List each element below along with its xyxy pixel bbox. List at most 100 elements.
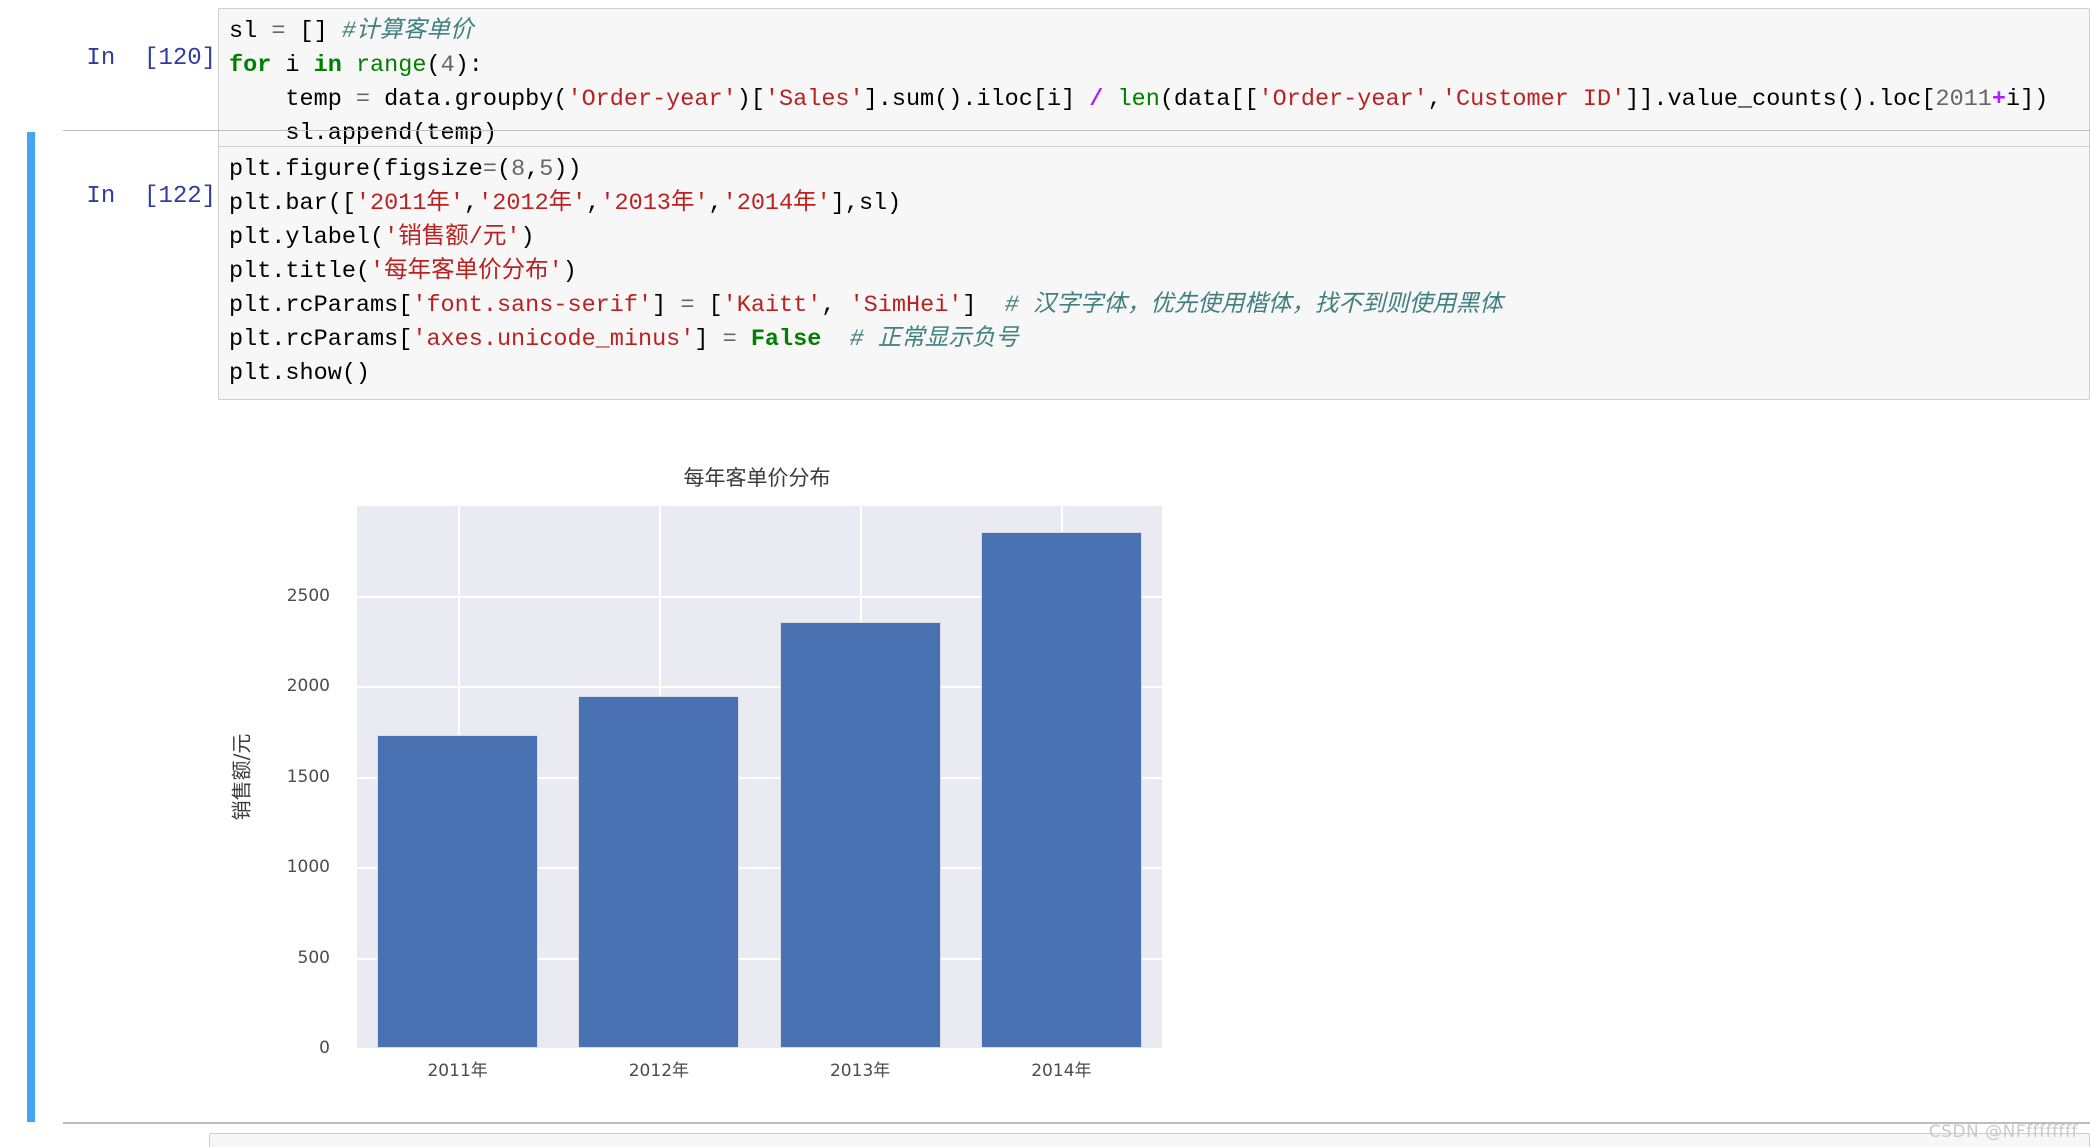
code-token-plain: ,	[586, 190, 601, 217]
code-token-plain: plt.show()	[229, 360, 371, 387]
watermark: CSDN @NFffffffff	[1928, 1122, 2078, 1142]
notebook-cell-120[interactable]: In [120]: sl = [] #计算客单价 for i in range(4…	[0, 8, 2090, 160]
code-token-plain: ,	[525, 156, 540, 183]
next-cell-input[interactable]	[209, 1133, 2090, 1147]
code-token-string: 'Order-year'	[567, 86, 737, 113]
code-line: plt.title('每年客单价分布')	[229, 255, 2079, 289]
code-token-keyword: False	[750, 326, 822, 353]
code-token-plain: )[	[736, 86, 765, 113]
chart-bar	[377, 735, 539, 1048]
code-token-plain: plt.rcParams[	[229, 326, 413, 353]
code-line: sl = [] #计算客单价	[229, 15, 2079, 49]
code-token-string: 'Customer ID'	[1441, 86, 1626, 113]
bar-chart: 每年客单价分布 销售额/元 0 500 1000 1500 2000 2500 2011年…	[222, 456, 1292, 1121]
code-token-number: 2011	[1935, 86, 1992, 113]
code-token-plain: plt.rcParams[	[229, 292, 413, 319]
code-token-plain: ].sum().iloc[i]	[863, 86, 1090, 113]
code-token-op: =	[722, 326, 737, 353]
chart-xtick-label: 2011年	[427, 1061, 488, 1081]
code-token-operator-bold: +	[1991, 86, 2007, 113]
chart-ytick-label: 2500	[286, 585, 330, 606]
code-token-plain: ]].value_counts().loc[	[1625, 86, 1936, 113]
code-token-plain: ,	[708, 190, 723, 217]
code-token-plain: ]	[652, 292, 681, 319]
code-token-plain: )	[562, 258, 577, 285]
cell-output-122: 每年客单价分布 销售额/元 0 500 1000 1500 2000 2500 2011年…	[222, 456, 1292, 1121]
code-token-builtin: range	[355, 52, 427, 79]
code-token-plain: ]	[962, 292, 1005, 319]
code-token-keyword: in	[313, 52, 342, 79]
chart-gridline-horizontal	[357, 1048, 1162, 1050]
code-token-plain: plt.bar([	[229, 190, 356, 217]
code-token-string: 'Kaitt'	[722, 292, 822, 319]
cell-divider	[63, 130, 2090, 131]
jupyter-notebook: In [120]: sl = [] #计算客单价 for i in range(4…	[0, 0, 2090, 1147]
chart-bar	[578, 696, 740, 1048]
code-token-operator-bold: /	[1089, 86, 1104, 113]
code-token-builtin: len	[1117, 86, 1160, 113]
chart-title: 每年客单价分布	[683, 466, 831, 490]
code-token-plain: (	[496, 156, 512, 183]
code-token-op: =	[680, 292, 695, 319]
chart-ytick-label: 1500	[286, 766, 330, 787]
code-token-plain: ,	[1427, 86, 1442, 113]
code-token-number: 4	[440, 52, 455, 79]
code-token-string: 'Sales'	[764, 86, 864, 113]
code-token-plain: ,	[464, 190, 479, 217]
code-token-op: =	[482, 156, 497, 183]
prompt-in-label: In	[86, 183, 116, 210]
code-token-plain: plt.ylabel(	[229, 224, 385, 251]
code-editor-122[interactable]: plt.figure(figsize=(8,5)) plt.bar(['2011年…	[218, 146, 2090, 400]
chart-xtick-label: 2013年	[829, 1061, 891, 1081]
code-token-string: '2012年'	[478, 190, 587, 217]
chart-ytick-label: 1000	[286, 857, 330, 878]
chart-plot-area	[357, 506, 1162, 1050]
code-token-string: 'Order-year'	[1258, 86, 1428, 113]
code-token-plain: i	[271, 52, 314, 79]
code-token-number: 5	[539, 156, 554, 183]
code-token-plain: sl.append(temp)	[229, 120, 497, 147]
chart-xtick-label: 2014年	[1031, 1061, 1092, 1081]
code-token-string: '2014年'	[722, 190, 831, 217]
code-token-plain: ]	[694, 326, 723, 353]
code-token-string: '2013年'	[600, 190, 709, 217]
code-line: plt.bar(['2011年','2012年','2013年','2014年'…	[229, 187, 2079, 221]
code-line: plt.rcParams['font.sans-serif'] = ['Kait…	[229, 289, 2079, 323]
code-line: plt.rcParams['axes.unicode_minus'] = Fal…	[229, 323, 2079, 357]
chart-ytick-label: 500	[297, 947, 330, 968]
code-token-string: '2011年'	[355, 190, 465, 217]
code-token-plain: ))	[553, 156, 582, 183]
code-token-op: =	[271, 18, 286, 45]
code-line: temp = data.groupby('Order-year')['Sales…	[229, 83, 2079, 117]
code-token-plain: plt.figure(figsize	[229, 156, 483, 183]
code-token-comment: # 汉字字体，优先使用楷体，找不到则使用黑体	[1004, 292, 1503, 319]
code-token-comment: #计算客单价	[341, 18, 474, 45]
code-token-comment: # 正常显示负号	[849, 326, 1019, 353]
code-token-plain: data.groupby(	[370, 86, 568, 113]
cell-prompt-122: In [122]:	[0, 146, 230, 248]
prompt-in-label: In	[86, 45, 116, 72]
notebook-cell-122[interactable]: In [122]: plt.figure(figsize=(8,5)) plt.b…	[0, 146, 2090, 400]
code-token-plain: ],sl)	[830, 190, 902, 217]
code-token-plain: [	[694, 292, 723, 319]
code-token-string: '销售额/元'	[384, 224, 521, 251]
code-token-number: 8	[511, 156, 526, 183]
code-token-keyword: for	[229, 52, 272, 79]
code-editor-120[interactable]: sl = [] #计算客单价 for i in range(4): temp = …	[218, 8, 2090, 160]
code-line: plt.ylabel('销售额/元')	[229, 221, 2079, 255]
code-token-plain: ):	[454, 52, 483, 79]
code-token-plain: ,	[821, 292, 850, 319]
code-token-plain: )	[520, 224, 535, 251]
code-line: plt.figure(figsize=(8,5))	[229, 153, 2079, 187]
code-token-string: 'axes.unicode_minus'	[412, 326, 695, 353]
code-token-plain: i])	[2006, 86, 2049, 113]
code-line: for i in range(4):	[229, 49, 2079, 83]
chart-ytick-label: 0	[319, 1038, 330, 1058]
code-token-plain: plt.title(	[229, 258, 371, 285]
code-token-plain: temp	[229, 86, 356, 113]
code-token-string: 'SimHei'	[849, 292, 963, 319]
code-token-string: 'font.sans-serif'	[412, 292, 653, 319]
